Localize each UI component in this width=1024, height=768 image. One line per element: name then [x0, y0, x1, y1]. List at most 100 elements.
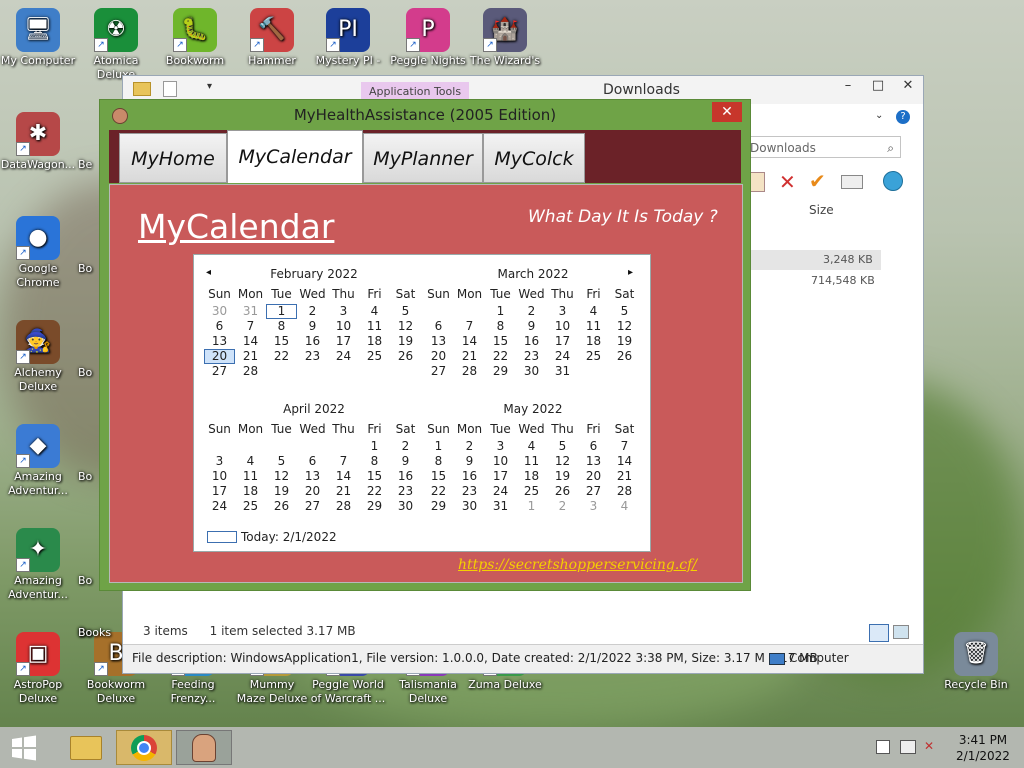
- calendar-day[interactable]: 31: [547, 364, 578, 379]
- checkmark-icon[interactable]: ✔: [809, 169, 826, 193]
- calendar-day[interactable]: 4: [578, 304, 609, 319]
- calendar-day[interactable]: 30: [454, 499, 485, 514]
- calendar-day[interactable]: 4: [235, 454, 266, 469]
- calendar-day[interactable]: 6: [423, 319, 454, 334]
- calendar-day[interactable]: 5: [266, 454, 297, 469]
- calendar-day[interactable]: 9: [390, 454, 421, 469]
- calendar-day[interactable]: 12: [547, 454, 578, 469]
- calendar-day[interactable]: 6: [204, 319, 235, 334]
- calendar-day[interactable]: 11: [359, 319, 390, 334]
- calendar-day[interactable]: 18: [235, 484, 266, 499]
- month-title[interactable]: April 2022: [204, 400, 424, 418]
- calendar-day[interactable]: 4: [359, 304, 390, 319]
- ribbon-collapse-icon[interactable]: ⌄: [875, 110, 883, 121]
- calendar-day[interactable]: 23: [297, 349, 328, 364]
- calendar-day[interactable]: 18: [578, 334, 609, 349]
- large-icons-view-button[interactable]: [893, 625, 909, 639]
- calendar-day[interactable]: 30: [204, 304, 235, 319]
- calendar-day[interactable]: 14: [454, 334, 485, 349]
- today-label[interactable]: Today: 2/1/2022: [241, 530, 337, 544]
- calendar-day[interactable]: 26: [390, 349, 421, 364]
- calendar-day[interactable]: 7: [235, 319, 266, 334]
- desktop-icon[interactable]: ✦ ↗ Amazing Adventur...: [0, 528, 76, 602]
- desktop-icon[interactable]: 🗑 Recycle Bin: [938, 632, 1014, 692]
- calendar-day[interactable]: 22: [359, 484, 390, 499]
- calendar-day[interactable]: 7: [454, 319, 485, 334]
- calendar-day[interactable]: 13: [578, 454, 609, 469]
- calendar-day[interactable]: 30: [390, 499, 421, 514]
- calendar-day[interactable]: 8: [266, 319, 297, 334]
- calendar-day[interactable]: 3: [204, 454, 235, 469]
- calendar-day[interactable]: 30: [516, 364, 547, 379]
- calendar-day[interactable]: 23: [516, 349, 547, 364]
- calendar-day[interactable]: 14: [235, 334, 266, 349]
- calendar-day[interactable]: 2: [297, 304, 328, 319]
- calendar-day[interactable]: 6: [297, 454, 328, 469]
- calendar-day[interactable]: 4: [609, 499, 640, 514]
- calendar-day[interactable]: 13: [204, 334, 235, 349]
- calendar-day[interactable]: 28: [235, 364, 266, 379]
- search-input[interactable]: Downloads ⌕: [745, 136, 901, 158]
- calendar-day[interactable]: 28: [328, 499, 359, 514]
- calendar-day[interactable]: 18: [516, 469, 547, 484]
- desktop-icon[interactable]: ✱ ↗ DataWagon...: [0, 112, 76, 172]
- calendar-day[interactable]: 26: [609, 349, 640, 364]
- calendar-day[interactable]: 8: [423, 454, 454, 469]
- calendar-day[interactable]: 3: [547, 304, 578, 319]
- calendar-day[interactable]: 6: [578, 439, 609, 454]
- desktop-icon[interactable]: 🔨 ↗ Hammer: [234, 8, 310, 68]
- calendar-day[interactable]: 25: [578, 349, 609, 364]
- calendar-day[interactable]: 19: [266, 484, 297, 499]
- desktop-icon[interactable]: P ↗ Peggle Nights: [390, 8, 466, 68]
- website-link[interactable]: https://secretshopperservicing.cf/: [458, 557, 697, 573]
- calendar-day[interactable]: 14: [328, 469, 359, 484]
- calendar-day[interactable]: 12: [266, 469, 297, 484]
- calendar-day[interactable]: 3: [485, 439, 516, 454]
- desktop-icon[interactable]: 🖥 My Computer: [0, 8, 76, 68]
- calendar-day[interactable]: 20: [204, 349, 235, 364]
- calendar-day[interactable]: 20: [297, 484, 328, 499]
- calendar-day[interactable]: 5: [390, 304, 421, 319]
- calendar-day[interactable]: 14: [609, 454, 640, 469]
- calendar-day[interactable]: 9: [297, 319, 328, 334]
- calendar-day[interactable]: 15: [485, 334, 516, 349]
- calendar-day[interactable]: 10: [328, 319, 359, 334]
- calendar-day[interactable]: 9: [516, 319, 547, 334]
- calendar-day[interactable]: 27: [423, 364, 454, 379]
- maximize-button[interactable]: □: [863, 76, 893, 98]
- calendar-day[interactable]: 2: [454, 439, 485, 454]
- calendar-day[interactable]: 11: [578, 319, 609, 334]
- calendar-day[interactable]: 21: [454, 349, 485, 364]
- action-center-icon[interactable]: [876, 740, 890, 754]
- calendar-day[interactable]: 24: [328, 349, 359, 364]
- help-icon[interactable]: ?: [896, 110, 910, 124]
- calendar-day[interactable]: 27: [297, 499, 328, 514]
- file-explorer-taskbar-button[interactable]: [58, 730, 114, 765]
- calendar-day[interactable]: 19: [390, 334, 421, 349]
- details-view-button[interactable]: [869, 624, 889, 642]
- close-button[interactable]: ✕: [712, 102, 742, 122]
- calendar-day[interactable]: 28: [454, 364, 485, 379]
- calendar-day[interactable]: 25: [359, 349, 390, 364]
- app-title-bar[interactable]: MyHealthAssistance (2005 Edition) ✕: [100, 100, 750, 130]
- calendar-day[interactable]: 4: [516, 439, 547, 454]
- calendar-day[interactable]: 10: [485, 454, 516, 469]
- calendar-day[interactable]: 3: [578, 499, 609, 514]
- calendar-day[interactable]: 16: [454, 469, 485, 484]
- calendar-day[interactable]: 11: [235, 469, 266, 484]
- tab-mycalendar[interactable]: MyCalendar: [227, 130, 363, 183]
- app-taskbar-button[interactable]: [176, 730, 232, 765]
- calendar-day[interactable]: 16: [516, 334, 547, 349]
- calendar-day[interactable]: 26: [266, 499, 297, 514]
- calendar-day[interactable]: 1: [359, 439, 390, 454]
- calendar-day[interactable]: 11: [516, 454, 547, 469]
- calendar-day[interactable]: 21: [609, 469, 640, 484]
- calendar-day[interactable]: 15: [266, 334, 297, 349]
- calendar-day[interactable]: 25: [235, 499, 266, 514]
- calendar-day[interactable]: 31: [485, 499, 516, 514]
- start-button[interactable]: [0, 730, 48, 765]
- month-title[interactable]: May 2022: [423, 400, 643, 418]
- calendar-day[interactable]: 24: [204, 499, 235, 514]
- calendar-day[interactable]: 27: [204, 364, 235, 379]
- calendar-day[interactable]: 10: [204, 469, 235, 484]
